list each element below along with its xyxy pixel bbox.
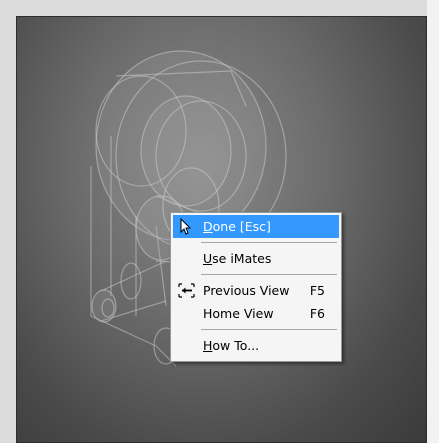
- menu-item-previous-view-label: Previous View: [203, 283, 290, 298]
- menu-item-home-view[interactable]: Home View F6: [173, 302, 339, 325]
- menu-item-done[interactable]: Done [Esc]: [173, 215, 339, 238]
- select-arrow-icon: [178, 217, 196, 235]
- menu-item-how-to[interactable]: How To...: [173, 334, 339, 357]
- menu-item-how-to-label: How To...: [203, 338, 260, 353]
- menu-item-done-label: Done [Esc]: [203, 219, 271, 234]
- shortcut-f6: F6: [309, 306, 325, 321]
- menu-item-use-imates-label: Use iMates: [203, 251, 272, 266]
- menu-separator: [201, 329, 337, 330]
- context-menu: Done [Esc] Use iMates Previous View F5 H…: [170, 212, 342, 362]
- shortcut-f5: F5: [309, 283, 325, 298]
- menu-separator: [201, 274, 337, 275]
- menu-item-previous-view[interactable]: Previous View F5: [173, 279, 339, 302]
- viewport-border: [427, 0, 439, 443]
- menu-item-use-imates[interactable]: Use iMates: [173, 247, 339, 270]
- previous-view-icon: [178, 282, 196, 299]
- menu-item-home-view-label: Home View: [203, 306, 274, 321]
- app-frame: Done [Esc] Use iMates Previous View F5 H…: [0, 0, 439, 443]
- menu-separator: [201, 242, 337, 243]
